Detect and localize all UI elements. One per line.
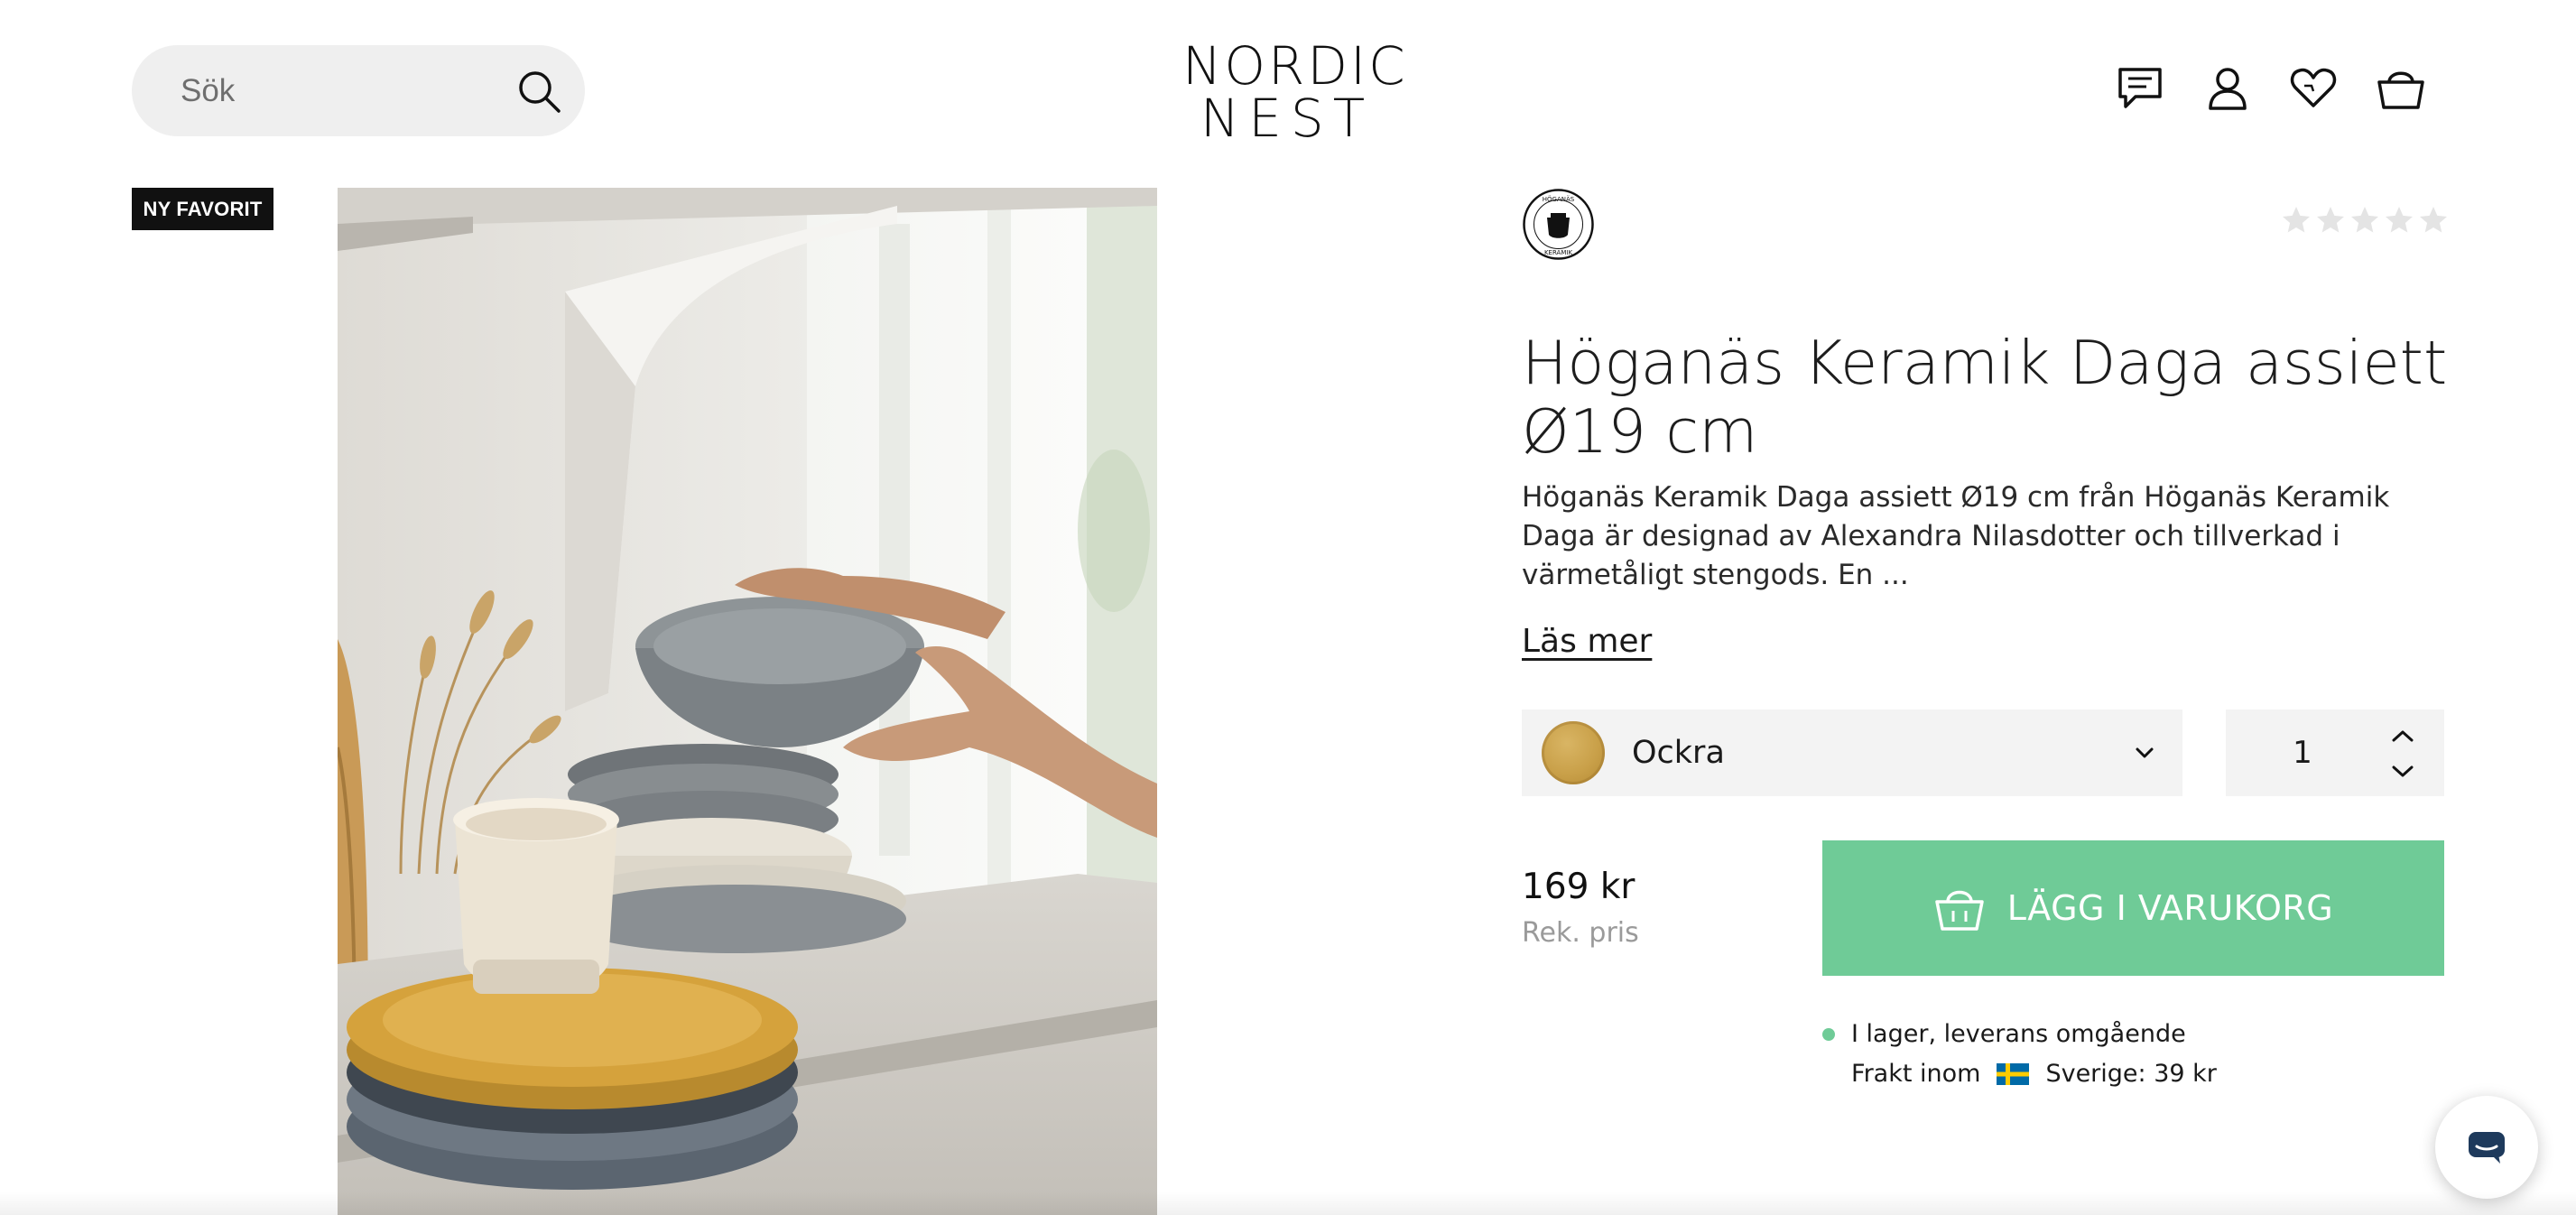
product-title: Höganäs Keramik Daga assiett Ø19 cm: [1522, 328, 2448, 467]
quantity-increase-button[interactable]: [2385, 722, 2421, 749]
brand-logo[interactable]: HÖGANÄS KERAMIK: [1522, 188, 1595, 261]
star-icon: [2317, 207, 2344, 233]
price-note: Rek. pris: [1522, 917, 1639, 949]
support-chat-button[interactable]: [2435, 1096, 2538, 1199]
read-more-link[interactable]: Läs mer: [1522, 623, 1652, 660]
basket-button[interactable]: [2376, 63, 2426, 114]
basket-icon: [1934, 890, 1984, 931]
star-icon: [2386, 207, 2413, 233]
stock-status-text: I lager, leverans omgående: [1851, 1020, 2186, 1048]
nordic-nest-logo[interactable]: NORDIC NEST: [1182, 35, 1408, 149]
chevron-up-icon: [2392, 730, 2414, 742]
account-icon: [2209, 68, 2247, 110]
product-photo-illustration: [338, 188, 1157, 1215]
product-price: 169 kr: [1522, 867, 1635, 907]
logo-line-2: NEST: [1200, 88, 1375, 149]
wishlist-button[interactable]: [2288, 63, 2339, 114]
color-swatch: [1542, 721, 1605, 784]
search-bar[interactable]: [132, 45, 585, 136]
stock-status: I lager, leverans omgående: [1822, 1020, 2186, 1048]
chat-icon: [2118, 68, 2162, 108]
rating-stars[interactable]: [2280, 204, 2450, 237]
chevron-down-icon: [2392, 765, 2414, 777]
star-icon: [2283, 207, 2310, 233]
quantity-value[interactable]: 1: [2226, 710, 2379, 796]
account-button[interactable]: [2202, 63, 2253, 114]
variant-select[interactable]: Ockra: [1522, 710, 2182, 796]
star-icon: [2351, 207, 2378, 233]
star-icon: [2420, 207, 2447, 233]
search-input[interactable]: [181, 72, 487, 109]
basket-icon: [2377, 71, 2424, 109]
in-stock-dot: [1822, 1027, 1835, 1041]
add-to-cart-label: LÄGG I VARUKORG: [2006, 888, 2334, 928]
logo-line-1: NORDIC: [1182, 35, 1408, 97]
svg-text:KERAMIK: KERAMIK: [1544, 249, 1572, 256]
wishlist-heart-icon: [2290, 68, 2337, 107]
svg-text:HÖGANÄS: HÖGANÄS: [1543, 195, 1575, 203]
product-description: Höganäs Keramik Daga assiett Ø19 cm från…: [1522, 481, 2390, 591]
hoganas-keramik-logo: HÖGANÄS KERAMIK: [1523, 189, 1594, 260]
shipping-info: Frakt inom Sverige: 39 kr: [1851, 1060, 2217, 1088]
product-image[interactable]: [338, 188, 1157, 1215]
add-to-cart-button[interactable]: LÄGG I VARUKORG: [1822, 840, 2444, 976]
shipping-value: Sverige: 39 kr: [2045, 1060, 2217, 1088]
quantity-decrease-button[interactable]: [2385, 758, 2421, 785]
chat-button[interactable]: [2115, 63, 2165, 114]
variant-label: Ockra: [1632, 735, 1725, 771]
search-icon[interactable]: [514, 67, 563, 116]
new-favourite-badge: NY FAVORIT: [132, 188, 273, 230]
quantity-stepper[interactable]: 1: [2226, 710, 2444, 796]
sweden-flag-icon: [1997, 1062, 2030, 1085]
shipping-label: Frakt inom: [1851, 1060, 1981, 1088]
chevron-down-icon: [2136, 747, 2154, 758]
chat-bubble-icon: [2469, 1132, 2505, 1164]
